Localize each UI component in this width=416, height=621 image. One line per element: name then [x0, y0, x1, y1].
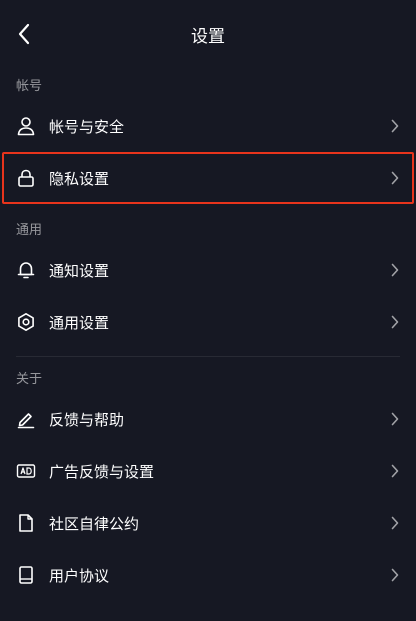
- chevron-right-icon: [388, 119, 402, 133]
- section-label-general: 通用: [16, 222, 43, 238]
- page-title: 设置: [191, 27, 225, 47]
- chevron-right-icon: [388, 412, 402, 426]
- gear-icon: [16, 312, 36, 332]
- book-icon: [16, 565, 36, 585]
- section-divider: [16, 356, 400, 357]
- pencil-icon: [16, 409, 36, 429]
- settings-item-privacy[interactable]: 隐私设置: [0, 152, 416, 204]
- user-icon: [16, 116, 36, 136]
- header: 设置: [0, 0, 416, 68]
- section-label-account: 帐号: [16, 78, 43, 94]
- settings-item-label: 广告反馈与设置: [49, 462, 155, 481]
- chevron-right-icon: [388, 263, 402, 277]
- chevron-right-icon: [388, 516, 402, 530]
- settings-item-label: 隐私设置: [49, 169, 110, 188]
- chevron-right-icon: [388, 464, 402, 478]
- chevron-right-icon: [388, 315, 402, 329]
- settings-item-ad-feedback[interactable]: 广告反馈与设置: [0, 445, 416, 497]
- chevron-left-icon: [18, 23, 30, 45]
- settings-item-label: 反馈与帮助: [49, 410, 125, 429]
- settings-item-general[interactable]: 通用设置: [0, 296, 416, 348]
- settings-item-community-guidelines[interactable]: 社区自律公约: [0, 497, 416, 549]
- back-button[interactable]: [10, 20, 38, 48]
- chevron-right-icon: [388, 568, 402, 582]
- section-label-about: 关于: [16, 371, 43, 387]
- settings-item-label: 用户协议: [49, 566, 110, 585]
- settings-item-label: 帐号与安全: [49, 117, 125, 136]
- settings-item-label: 通用设置: [49, 313, 110, 332]
- settings-item-account-security[interactable]: 帐号与安全: [0, 100, 416, 152]
- settings-item-feedback-help[interactable]: 反馈与帮助: [0, 393, 416, 445]
- ad-icon: [16, 461, 36, 481]
- settings-item-user-agreement[interactable]: 用户协议: [0, 549, 416, 601]
- document-icon: [16, 513, 36, 533]
- settings-item-label: 社区自律公约: [49, 514, 140, 533]
- settings-item-notifications[interactable]: 通知设置: [0, 244, 416, 296]
- bell-icon: [16, 260, 36, 280]
- chevron-right-icon: [388, 171, 402, 185]
- lock-icon: [16, 168, 36, 188]
- settings-item-label: 通知设置: [49, 261, 110, 280]
- settings-screen: 设置 帐号 帐号与安全 隐私设置 通用 通知设置 通用设置 关于 反馈与帮助 广…: [0, 0, 416, 621]
